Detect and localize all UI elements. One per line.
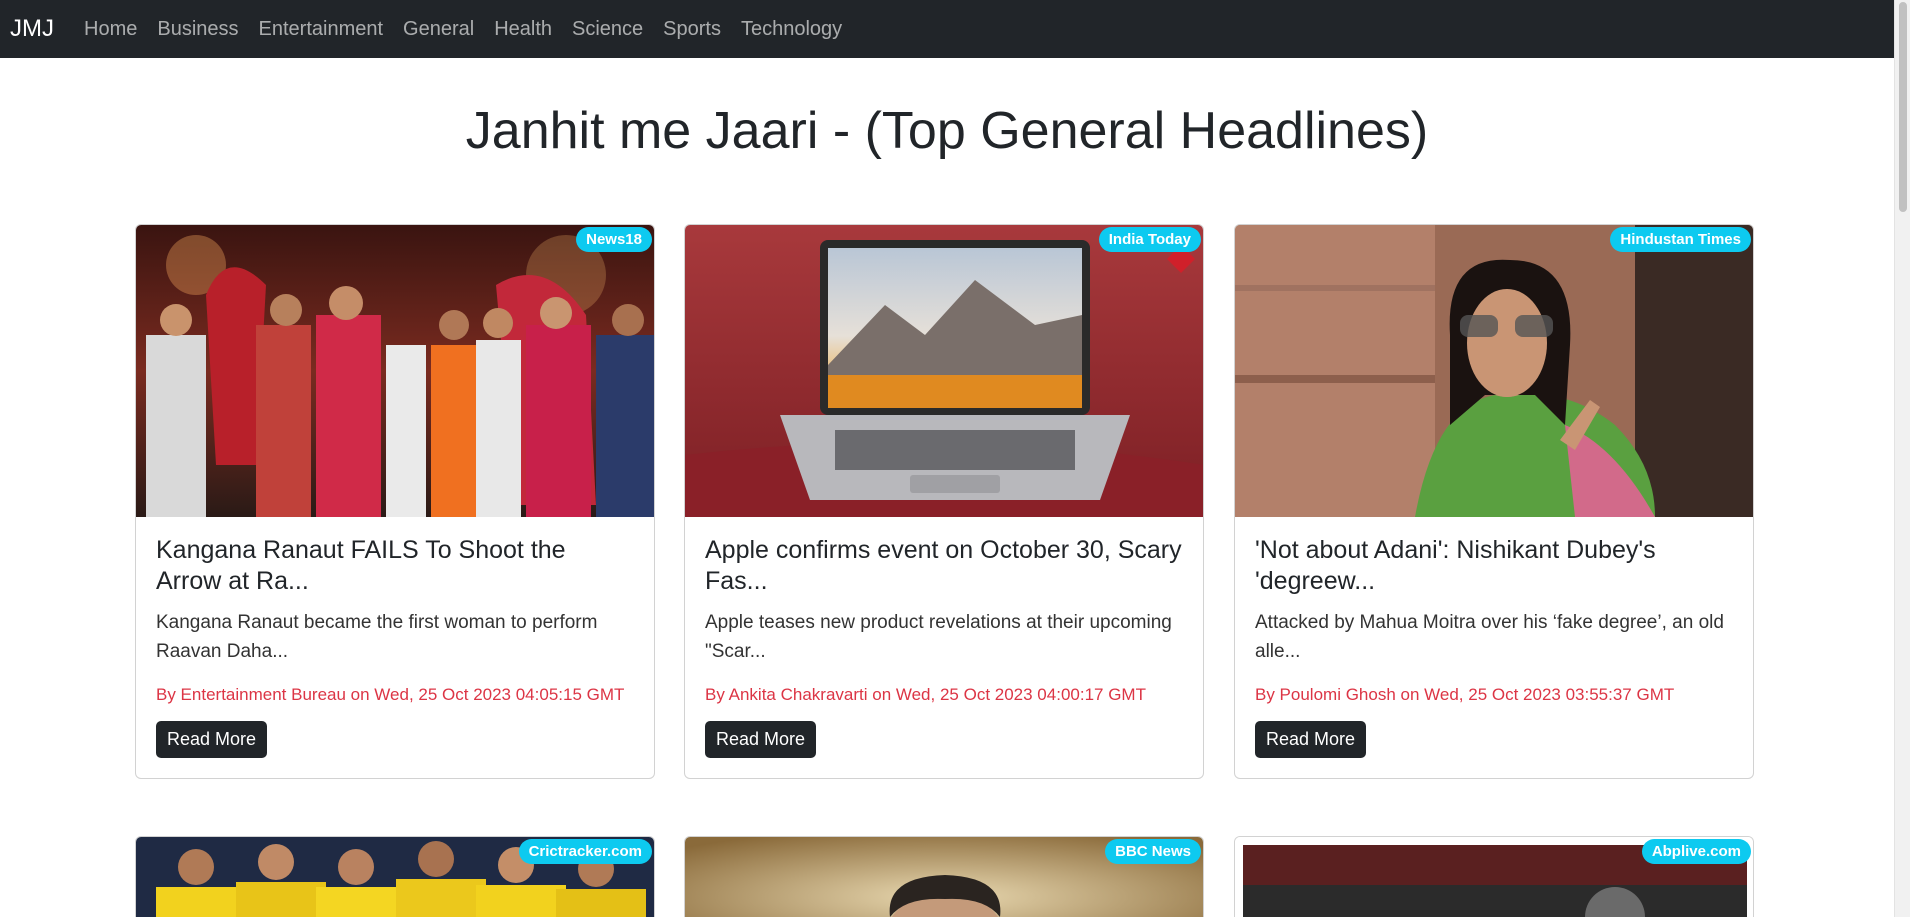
news-card: News18 Kangana Ranaut FAILS To Shoot the…: [135, 224, 655, 779]
nav-link-science[interactable]: Science: [572, 19, 643, 39]
nav-link-business[interactable]: Business: [157, 19, 238, 39]
scrollbar-thumb[interactable]: [1899, 2, 1907, 212]
read-more-button[interactable]: Read More: [705, 720, 817, 758]
news-card: Abplive.com: [1234, 836, 1754, 917]
news-card: India Today Apple confirms event on Octo…: [684, 224, 1204, 779]
news-image: Hindustan Times: [1235, 225, 1753, 517]
source-badge: Abplive.com: [1641, 839, 1751, 865]
news-card: Crictracker.com: [135, 836, 655, 917]
source-badge: India Today: [1098, 227, 1201, 253]
card-description: Apple teases new product revelations at …: [705, 612, 1172, 663]
source-badge: Crictracker.com: [518, 839, 652, 865]
card-author-date: By Poulomi Ghosh on Wed, 25 Oct 2023 03:…: [1255, 684, 1675, 704]
card-description: Attacked by Mahua Moitra over his ‘fake …: [1255, 612, 1724, 663]
nav-link-entertainment[interactable]: Entertainment: [259, 19, 384, 39]
card-title: 'Not about Adani': Nishikant Dubey's 'de…: [1255, 536, 1656, 595]
read-more-button[interactable]: Read More: [1255, 720, 1367, 758]
card-author-date: By Entertainment Bureau on Wed, 25 Oct 2…: [156, 684, 625, 704]
nav-link-health[interactable]: Health: [494, 19, 552, 39]
news-image: BBC News: [685, 837, 1203, 917]
nav-link-technology[interactable]: Technology: [741, 19, 842, 39]
news-image: News18: [136, 225, 654, 517]
news-card: BBC News: [684, 836, 1204, 917]
news-image: Abplive.com: [1235, 837, 1753, 917]
source-badge: News18: [576, 227, 652, 253]
source-badge: Hindustan Times: [1610, 227, 1751, 253]
brand-logo[interactable]: JMJ: [10, 17, 54, 41]
read-more-button[interactable]: Read More: [156, 720, 268, 758]
card-title: Apple confirms event on October 30, Scar…: [705, 536, 1182, 595]
nav-link-sports[interactable]: Sports: [663, 19, 721, 39]
page-scrollbar[interactable]: [1894, 0, 1910, 917]
news-card: Hindustan Times 'Not about Adani': Nishi…: [1234, 224, 1754, 779]
navbar: JMJ Home Business Entertainment General …: [0, 0, 1894, 58]
nav-link-home[interactable]: Home: [84, 19, 137, 39]
news-image: India Today: [685, 225, 1203, 517]
nav-link-general[interactable]: General: [403, 19, 474, 39]
card-title: Kangana Ranaut FAILS To Shoot the Arrow …: [156, 536, 566, 595]
card-description: Kangana Ranaut became the first woman to…: [156, 612, 598, 663]
page-title: Janhit me Jaari - (Top General Headlines…: [465, 102, 1429, 160]
news-image: Crictracker.com: [136, 837, 654, 917]
source-badge: BBC News: [1105, 839, 1201, 865]
card-author-date: By Ankita Chakravarti on Wed, 25 Oct 202…: [705, 684, 1146, 704]
